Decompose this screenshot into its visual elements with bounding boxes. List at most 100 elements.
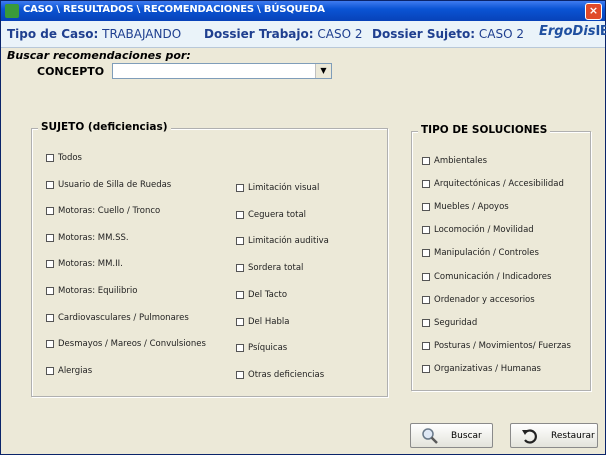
sujeto-checkbox[interactable]: Todos xyxy=(46,153,82,164)
logo-ergodis: ErgoDis xyxy=(539,24,596,39)
buscar-label: Buscar xyxy=(451,431,482,441)
soluciones-checkbox[interactable]: Organizativas / Humanas xyxy=(422,364,541,375)
restaurar-button[interactable]: Restaurar xyxy=(510,423,598,448)
checkbox-label: Del Habla xyxy=(248,316,290,327)
tipo-caso: Tipo de Caso: TRABAJANDO xyxy=(7,27,181,41)
dossier-trabajo-label: Dossier Trabajo: xyxy=(204,27,314,41)
logo-ibv: IBV xyxy=(595,24,606,39)
checkbox[interactable] xyxy=(422,180,430,189)
checkbox-label: Muebles / Apoyos xyxy=(434,202,509,213)
buscar-button[interactable]: Buscar xyxy=(410,423,493,448)
checkbox-label: Ambientales xyxy=(434,156,488,166)
sujeto-checkbox[interactable]: Cardiovasculares / Pulmonares xyxy=(46,313,189,324)
checkbox-label: Alergias xyxy=(58,365,93,376)
soluciones-checkbox[interactable]: Comunicación / Indicadores xyxy=(422,272,551,283)
sujeto-checkbox[interactable]: Desmayos / Mareos / Convulsiones xyxy=(46,339,206,350)
sujeto-checkbox[interactable]: Motoras: MM.II. xyxy=(46,259,123,270)
app-icon xyxy=(5,4,19,18)
checkbox[interactable] xyxy=(422,295,430,304)
checkbox[interactable] xyxy=(422,226,430,235)
soluciones-checkbox[interactable]: Muebles / Apoyos xyxy=(422,202,509,213)
checkbox-label: Comunicación / Indicadores xyxy=(434,271,552,282)
checkbox[interactable] xyxy=(422,318,430,327)
soluciones-checkbox[interactable]: Ordenador y accesorios xyxy=(422,295,535,306)
checkbox-label: Ceguera total xyxy=(248,209,307,220)
checkbox[interactable] xyxy=(236,290,244,299)
checkbox-label: Posturas / Movimientos/ Fuerzas xyxy=(434,340,571,351)
soluciones-checkbox[interactable]: Ambientales xyxy=(422,156,487,167)
checkbox[interactable] xyxy=(236,237,244,246)
concepto-label: CONCEPTO xyxy=(37,65,105,78)
checkbox[interactable] xyxy=(46,207,54,216)
search-heading: Buscar recomendaciones por: xyxy=(7,49,191,62)
soluciones-checkbox[interactable]: Arquitectónicas / Accesibilidad xyxy=(422,179,564,190)
restaurar-label: Restaurar xyxy=(551,431,595,441)
checkbox-label: Motoras: Equilibrio xyxy=(58,286,138,296)
soluciones-group-title: TIPO DE SOLUCIONES xyxy=(418,124,551,136)
soluciones-checkbox[interactable]: Manipulación / Controles xyxy=(422,248,539,259)
checkbox[interactable] xyxy=(422,364,430,373)
sujeto-checkbox[interactable]: Limitación visual xyxy=(236,183,319,194)
sujeto-checkbox[interactable]: Limitación auditiva xyxy=(236,236,329,247)
checkbox-label: Arquitectónicas / Accesibilidad xyxy=(434,179,564,190)
dossier-sujeto: Dossier Sujeto: CASO 2 xyxy=(372,27,524,41)
checkbox[interactable] xyxy=(422,157,430,165)
checkbox[interactable] xyxy=(236,344,244,353)
close-button[interactable]: × xyxy=(585,3,602,20)
sujeto-checkbox[interactable]: Ceguera total xyxy=(236,210,306,221)
search-window: CASO \ RESULTADOS \ RECOMENDACIONES \ BÚ… xyxy=(0,0,606,455)
soluciones-checkbox[interactable]: Locomoción / Movilidad xyxy=(422,225,534,236)
checkbox[interactable] xyxy=(236,184,244,192)
checkbox[interactable] xyxy=(46,154,54,162)
checkbox-label: Usuario de Silla de Ruedas xyxy=(58,179,172,190)
checkbox[interactable] xyxy=(46,366,54,375)
sujeto-checkbox[interactable]: Alergias xyxy=(46,366,92,377)
checkbox[interactable] xyxy=(236,210,244,219)
concepto-select[interactable]: ▼ xyxy=(112,63,332,79)
sujeto-checkbox[interactable]: Motoras: MM.SS. xyxy=(46,233,129,244)
sujeto-checkbox[interactable]: Del Habla xyxy=(236,317,289,328)
ergodis-ibv-logo: ErgoDisIBV xyxy=(539,24,606,44)
checkbox[interactable] xyxy=(46,340,54,349)
checkbox[interactable] xyxy=(46,313,54,322)
checkbox[interactable] xyxy=(422,272,430,281)
dossier-sujeto-label: Dossier Sujeto: xyxy=(372,27,476,41)
sujeto-checkbox[interactable]: Motoras: Equilibrio xyxy=(46,286,137,297)
checkbox-label: Limitación auditiva xyxy=(248,236,329,247)
checkbox[interactable] xyxy=(46,260,54,269)
undo-icon xyxy=(522,429,537,444)
sujeto-checkbox[interactable]: Del Tacto xyxy=(236,290,287,301)
checkbox[interactable] xyxy=(46,233,54,242)
checkbox-label: Ordenador y accesorios xyxy=(434,294,535,305)
checkbox[interactable] xyxy=(422,203,430,212)
window-title: CASO \ RESULTADOS \ RECOMENDACIONES \ BÚ… xyxy=(23,4,325,15)
sujeto-group-title: SUJETO (deficiencias) xyxy=(38,121,171,133)
checkbox[interactable] xyxy=(46,287,54,295)
checkbox[interactable] xyxy=(46,180,54,189)
sujeto-checkbox[interactable]: Sordera total xyxy=(236,263,303,274)
chevron-down-icon[interactable]: ▼ xyxy=(315,64,331,78)
case-info-bar: Tipo de Caso: TRABAJANDO Dossier Trabajo… xyxy=(1,21,606,48)
checkbox-label: Motoras: MM.SS. xyxy=(58,232,129,243)
soluciones-group: TIPO DE SOLUCIONES Ambientales Arquitectó… xyxy=(411,124,591,391)
checkbox-label: Locomoción / Movilidad xyxy=(434,225,534,236)
checkbox-label: Del Tacto xyxy=(248,289,288,300)
soluciones-checkbox[interactable]: Seguridad xyxy=(422,318,477,329)
checkbox-label: Desmayos / Mareos / Convulsiones xyxy=(58,339,206,350)
checkbox[interactable] xyxy=(422,341,430,350)
checkbox-label: Limitación visual xyxy=(248,183,320,193)
checkbox[interactable] xyxy=(422,249,430,258)
sujeto-checkbox[interactable]: Motoras: Cuello / Tronco xyxy=(46,206,160,217)
sujeto-checkbox[interactable]: Psíquicas xyxy=(236,343,287,354)
checkbox-label: Organizativas / Humanas xyxy=(434,363,541,374)
tipo-caso-value: TRABAJANDO xyxy=(102,27,182,41)
checkbox[interactable] xyxy=(236,264,244,273)
title-bar: CASO \ RESULTADOS \ RECOMENDACIONES \ BÚ… xyxy=(1,1,605,21)
checkbox-label: Seguridad xyxy=(434,317,478,328)
checkbox[interactable] xyxy=(236,370,244,379)
sujeto-checkbox[interactable]: Otras deficiencias xyxy=(236,370,324,381)
soluciones-checkbox[interactable]: Posturas / Movimientos/ Fuerzas xyxy=(422,341,571,352)
checkbox[interactable] xyxy=(236,317,244,326)
search-icon xyxy=(422,428,438,444)
sujeto-checkbox[interactable]: Usuario de Silla de Ruedas xyxy=(46,180,171,191)
